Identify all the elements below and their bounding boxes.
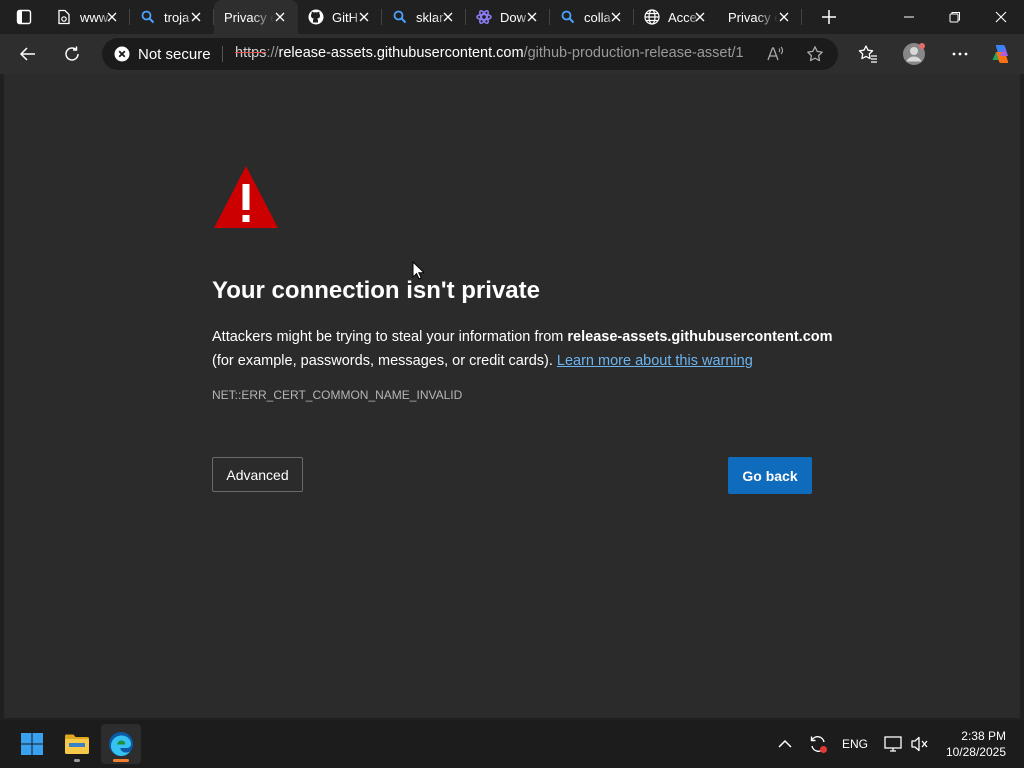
tab-list: www. troja Privacy e GitH sklar Dow coll… [46, 0, 802, 34]
edge-icon [109, 732, 133, 756]
chevron-up-icon [778, 739, 792, 748]
avatar-icon [903, 43, 925, 65]
tab-close-icon[interactable] [692, 9, 708, 25]
folder-icon [65, 734, 89, 754]
url-scheme: https [235, 45, 267, 61]
address-bar[interactable]: Not secure https://release-assets.github… [102, 38, 838, 70]
url-path: /github-production-release-asset/1... [523, 45, 745, 61]
tab-privacy-error-active[interactable]: Privacy e [214, 0, 298, 34]
tab-title: Privacy e [224, 9, 274, 25]
minimize-button[interactable] [886, 0, 932, 34]
minimize-icon [904, 16, 914, 18]
url-host: release-assets.githubusercontent.com [278, 45, 524, 61]
windows-logo-icon [21, 733, 43, 755]
tab-www[interactable]: www. [46, 0, 130, 34]
description-text-suffix: (for example, passwords, messages, or cr… [212, 353, 557, 369]
not-secure-label: Not secure [138, 45, 211, 63]
github-icon [308, 9, 324, 25]
warning-triangle-icon [214, 166, 278, 228]
tab-access[interactable]: Acce [634, 0, 718, 34]
star-icon [807, 46, 823, 62]
sync-status-button[interactable] [806, 730, 830, 758]
restore-icon [949, 12, 960, 23]
tab-search-sklar[interactable]: sklar [382, 0, 466, 34]
page-title: Your connection isn't private [212, 277, 540, 304]
favorite-button[interactable] [804, 43, 826, 65]
copilot-icon [992, 45, 1009, 63]
start-button[interactable] [12, 724, 52, 764]
tab-github[interactable]: GitH [298, 0, 382, 34]
edge-dev-icon [476, 9, 492, 25]
display-button[interactable] [882, 730, 904, 758]
tab-close-icon[interactable] [608, 9, 624, 25]
profile-button[interactable] [898, 38, 930, 70]
edge-taskbar-button[interactable] [101, 724, 141, 764]
tab-close-icon[interactable] [440, 9, 456, 25]
globe-icon [644, 9, 660, 25]
refresh-button[interactable] [56, 38, 88, 70]
security-indicator[interactable]: Not secure [114, 43, 211, 65]
not-secure-icon [114, 46, 130, 62]
tab-close-icon[interactable] [104, 9, 120, 25]
tab-close-icon[interactable] [776, 9, 792, 25]
error-description: Attackers might be trying to steal your … [212, 325, 852, 373]
back-arrow-icon [19, 47, 35, 61]
tab-strip: www. troja Privacy e GitH sklar Dow coll… [0, 0, 1024, 34]
file-explorer-button[interactable] [57, 724, 97, 764]
clock-date: 10/28/2025 [945, 745, 1006, 759]
back-button[interactable] [12, 38, 44, 70]
plus-icon [822, 10, 836, 24]
close-window-button[interactable] [978, 0, 1024, 34]
close-icon [995, 11, 1007, 23]
go-back-button[interactable]: Go back [728, 457, 812, 494]
sync-icon [810, 736, 827, 753]
address-bar-divider [222, 46, 223, 62]
url-separator: :// [266, 45, 279, 61]
system-clock[interactable]: 2:38 PM 10/28/2025 [946, 728, 1006, 760]
settings-menu-button[interactable] [944, 38, 976, 70]
error-page: Your connection isn't private Attackers … [4, 74, 1020, 718]
tab-actions-icon [16, 9, 32, 25]
refresh-icon [65, 46, 79, 61]
monitor-icon [884, 736, 902, 752]
taskbar: ENG 2:38 PM 10/28/2025 [0, 720, 1024, 768]
active-indicator [113, 759, 129, 762]
network-volume-button[interactable] [908, 730, 932, 758]
file-icon [56, 9, 72, 25]
tab-privacy-error-2[interactable]: Privacy e [718, 0, 802, 34]
read-aloud-button[interactable] [764, 43, 786, 65]
tab-close-icon[interactable] [524, 9, 540, 25]
tab-close-icon[interactable] [356, 9, 372, 25]
favorites-icon [858, 45, 877, 63]
show-hidden-icons-button[interactable] [774, 730, 796, 758]
url-text[interactable]: https://release-assets.githubusercontent… [235, 45, 745, 61]
running-indicator [74, 759, 80, 762]
copilot-button[interactable] [986, 38, 1018, 70]
search-icon [140, 9, 156, 25]
tab-title: Privacy e [728, 9, 778, 25]
description-text: Attackers might be trying to steal your … [212, 329, 568, 345]
new-tab-button[interactable] [816, 4, 842, 30]
language-indicator[interactable]: ENG [842, 737, 868, 751]
mouse-cursor-icon [412, 261, 424, 280]
tab-close-icon[interactable] [188, 9, 204, 25]
browser-toolbar: Not secure https://release-assets.github… [0, 34, 1024, 74]
tab-search-troja[interactable]: troja [130, 0, 214, 34]
tab-download[interactable]: Dow [466, 0, 550, 34]
error-code: NET::ERR_CERT_COMMON_NAME_INVALID [212, 388, 463, 402]
tab-close-icon[interactable] [272, 9, 288, 25]
muted-speaker-icon [911, 736, 928, 752]
tab-search-colla[interactable]: colla [550, 0, 634, 34]
description-host: release-assets.githubusercontent.com [567, 329, 833, 345]
clock-time: 2:38 PM [961, 729, 1006, 743]
search-icon [560, 9, 576, 25]
more-icon [952, 52, 968, 56]
search-icon [392, 9, 408, 25]
tab-actions-button[interactable] [8, 4, 40, 30]
favorites-button[interactable] [852, 38, 884, 70]
learn-more-link[interactable]: Learn more about this warning [557, 353, 753, 369]
advanced-button[interactable]: Advanced [212, 457, 303, 492]
read-aloud-icon [767, 46, 784, 61]
restore-button[interactable] [932, 0, 978, 34]
